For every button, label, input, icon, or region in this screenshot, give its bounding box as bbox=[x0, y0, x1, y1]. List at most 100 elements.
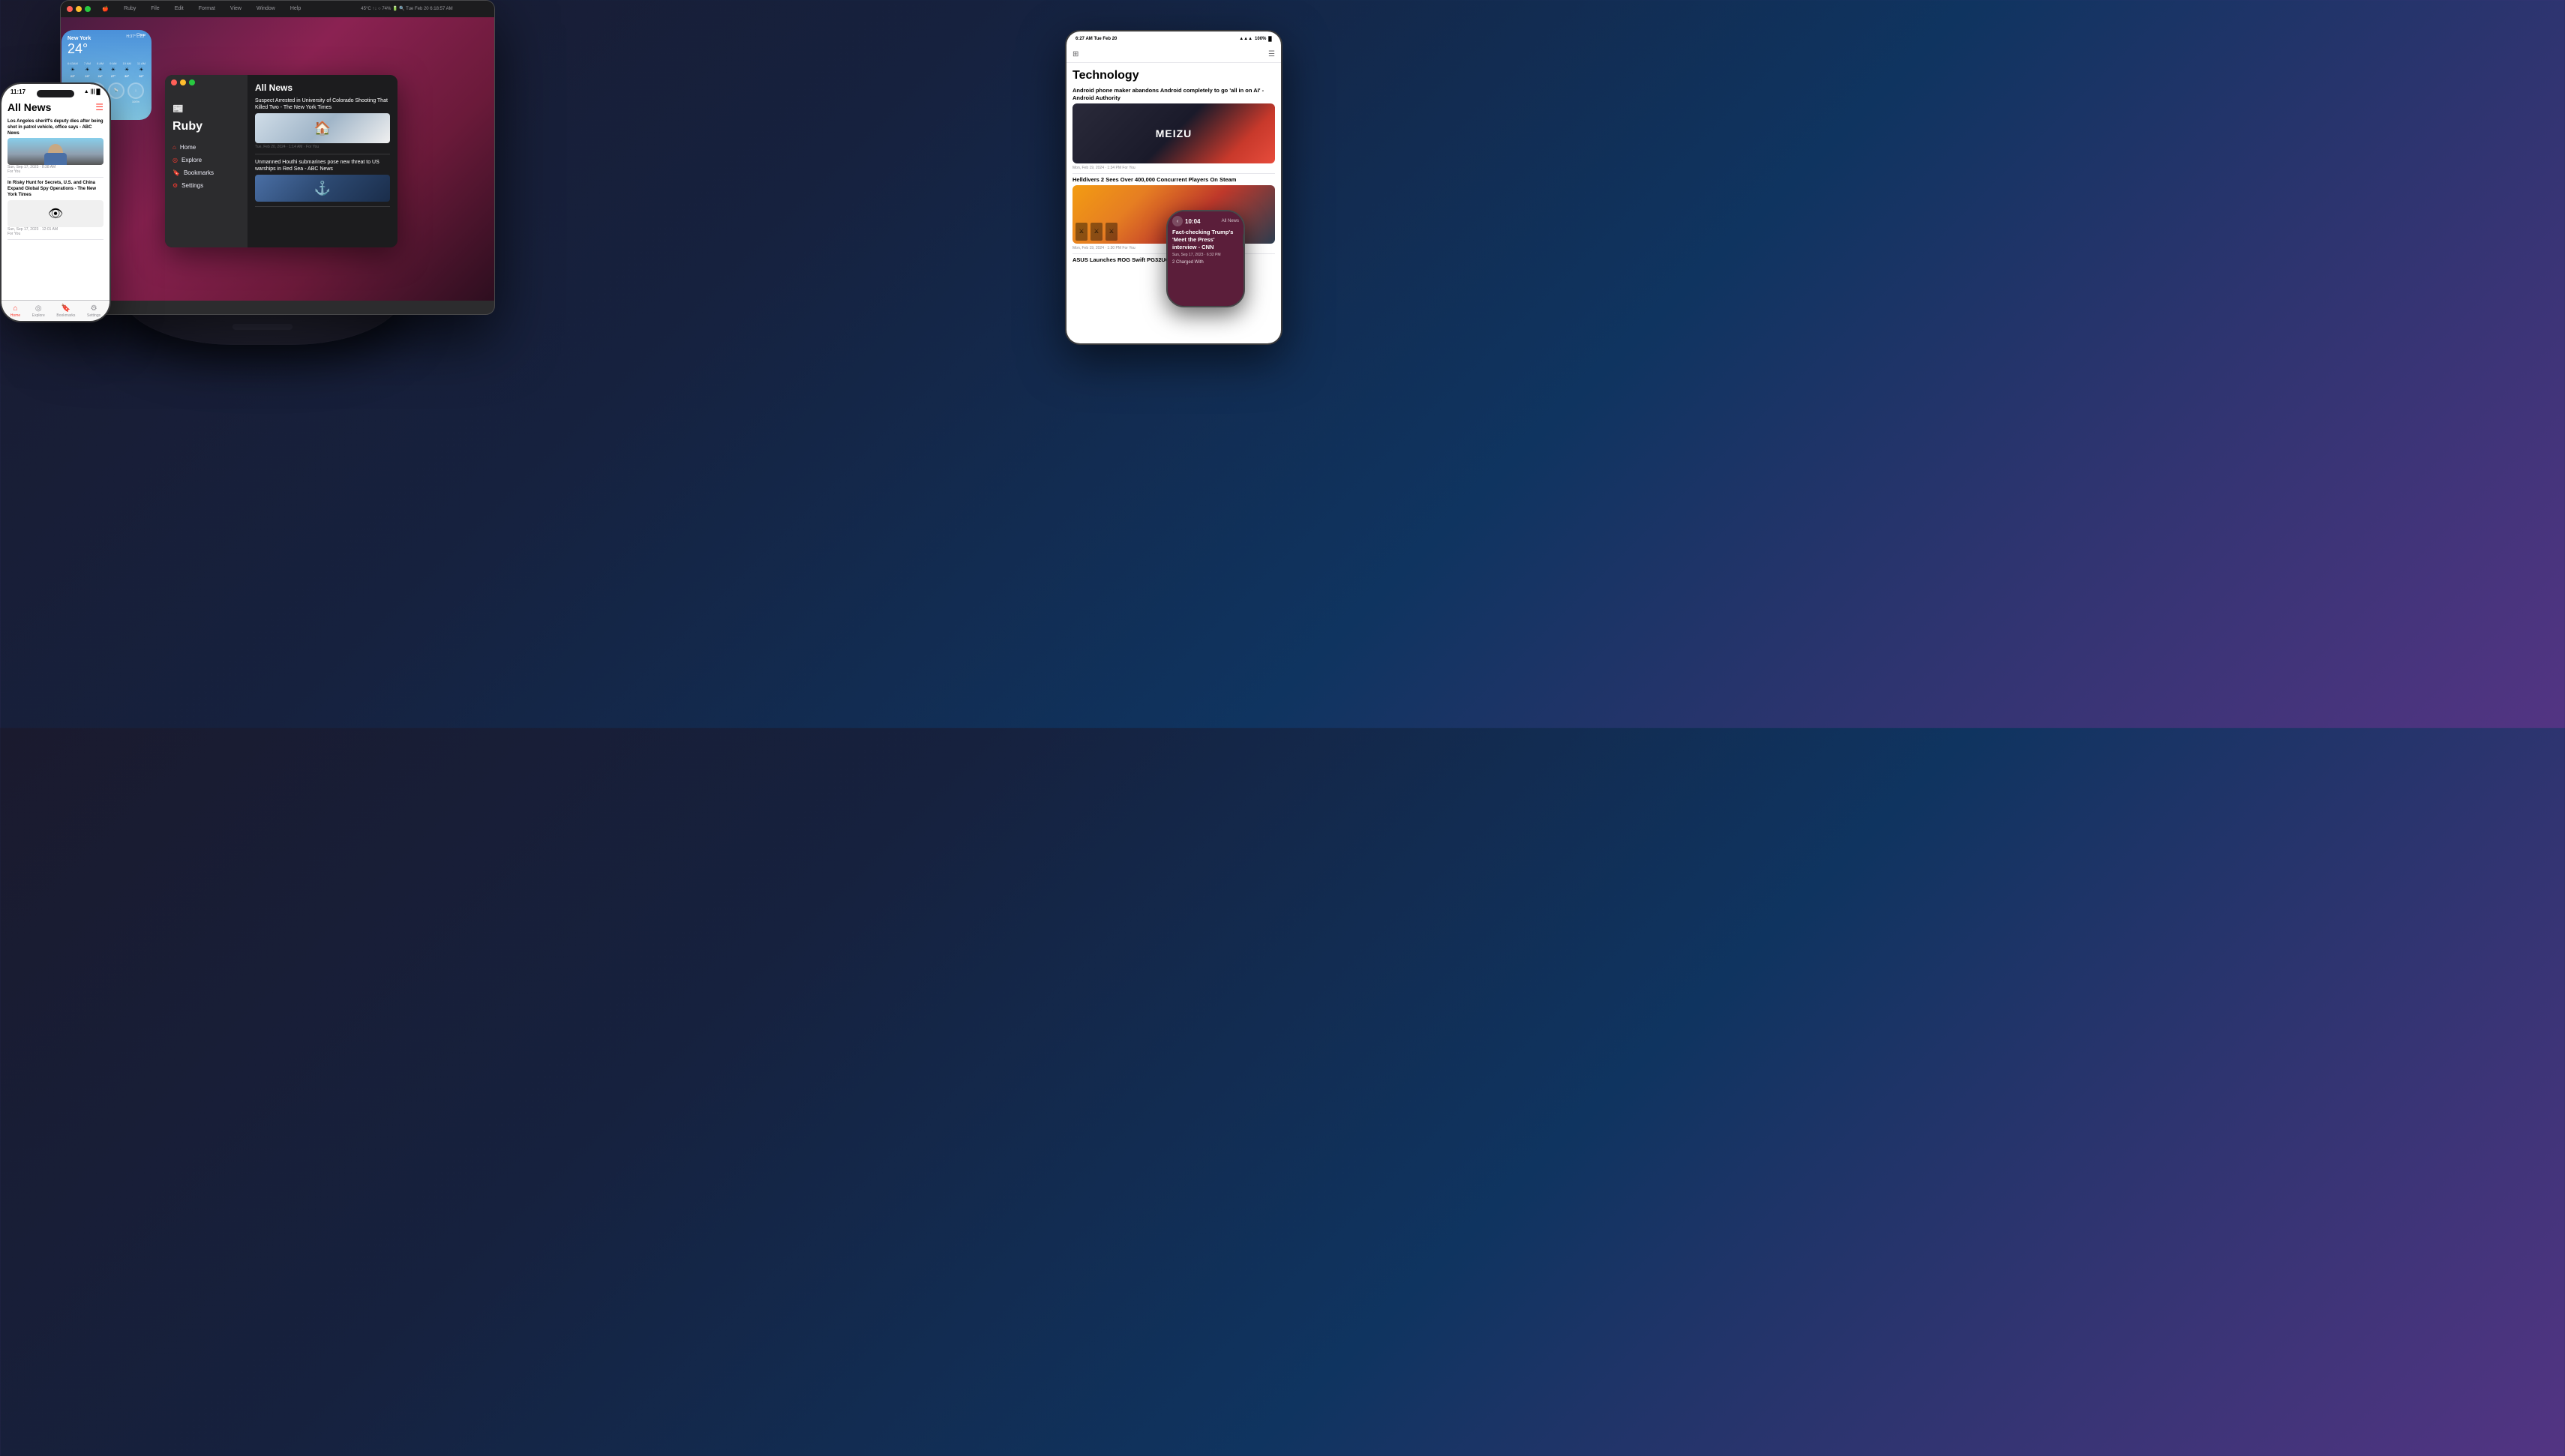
iphone-status-icons: ▲ ||| ▉ bbox=[84, 89, 100, 95]
iphone-news-img-2: 👁 bbox=[8, 200, 104, 227]
weather-forecast: 6:43AM ☀ 23° 7 AM ☀ 23° 8 AM ☀ 24° 9 AM … bbox=[68, 61, 146, 78]
bookmarks-icon: 🔖 bbox=[62, 304, 70, 313]
watch-time: 10:04 bbox=[1185, 218, 1200, 225]
mac-app-dots bbox=[171, 79, 195, 85]
wifi-icon: ▲ bbox=[84, 89, 89, 94]
mac-app-maximize[interactable] bbox=[189, 79, 195, 85]
mac-help-menu[interactable]: Help bbox=[290, 6, 301, 12]
mac-sidebar-explore-label: Explore bbox=[182, 157, 202, 163]
iphone-tab-home[interactable]: ⌂ Home bbox=[10, 304, 20, 318]
mac-news-item-1[interactable]: Suspect Arrested in University of Colora… bbox=[255, 97, 390, 154]
mac-window-menu[interactable]: Window bbox=[256, 6, 275, 12]
weather-temp: 24° bbox=[68, 41, 91, 57]
iphone-device: 11:17 ▲ ||| ▉ All News ☰ Los Angeles she… bbox=[0, 82, 111, 322]
watch-screen: ‹ 10:04 All News Fact-checking Trump's '… bbox=[1168, 211, 1244, 306]
ipad-status-bar: 6:27 AM Tue Feb 20 ▲▲▲ 100% ▉ bbox=[1066, 31, 1281, 46]
watch-header: ‹ 10:04 All News bbox=[1172, 216, 1239, 226]
iphone-news-meta-2: Sun, Sep 17, 2023 · 12:01 AMFor You bbox=[8, 227, 104, 236]
mac-sidebar-settings[interactable]: ⚙ Settings bbox=[172, 179, 248, 192]
iphone-news-item-1[interactable]: Los Angeles sheriff's deputy dies after … bbox=[8, 116, 104, 178]
mac-title-bar: 🍎 Ruby File Edit Format View Window Help… bbox=[61, 1, 494, 17]
iphone-screen: 11:17 ▲ ||| ▉ All News ☰ Los Angeles she… bbox=[2, 84, 110, 321]
iphone-all-news-title: All News bbox=[8, 101, 51, 113]
watch-headline: Fact-checking Trump's 'Meet the Press' i… bbox=[1172, 229, 1239, 250]
ipad-article-1-img: MEIZU bbox=[1072, 103, 1275, 163]
ipad-article-2-headline: Helldivers 2 Sees Over 400,000 Concurren… bbox=[1072, 176, 1275, 184]
weather-hour-6: 11 AM ☀ 32° bbox=[137, 61, 146, 78]
ipad-wifi-icon: ▲▲▲ bbox=[1239, 37, 1252, 41]
iphone-tab-settings-label: Settings bbox=[87, 313, 100, 318]
mac-app-content-title: All News bbox=[255, 82, 390, 93]
home-icon: ⌂ bbox=[13, 304, 17, 313]
mac-app-minimize[interactable] bbox=[180, 79, 186, 85]
mac-sidebar-bookmarks[interactable]: 🔖 Bookmarks bbox=[172, 166, 248, 179]
mac-edit-menu[interactable]: Edit bbox=[175, 6, 184, 12]
iphone-tab-settings[interactable]: ⚙ Settings bbox=[87, 304, 100, 318]
ipad-menu-icon[interactable]: ☰ bbox=[1268, 50, 1275, 58]
ipad-article-1-meta: Mon, Feb 19, 2024 · 1:34 PM For You bbox=[1072, 166, 1275, 170]
mac-app-sidebar: 📰 Ruby ⌂ Home ◎ Explore 🔖 Bookmarks ⚙ Se… bbox=[165, 75, 248, 247]
ipad-divider-1 bbox=[1072, 173, 1275, 174]
mac-app-close[interactable] bbox=[171, 79, 177, 85]
iphone-news-headline-1: Los Angeles sheriff's deputy dies after … bbox=[8, 119, 104, 136]
iphone-tab-explore-label: Explore bbox=[32, 313, 45, 318]
iphone-news-meta-1: Sun, Sep 17, 2023 · 8:38 AMFor You bbox=[8, 165, 104, 174]
mac-news-meta-1: Tue, Feb 20, 2024 · 1:14 AM · For You bbox=[255, 145, 390, 149]
ipad-sidebar-icon[interactable]: ⊞ bbox=[1072, 50, 1078, 58]
ipad-status-right: ▲▲▲ 100% ▉ bbox=[1239, 37, 1272, 42]
weather-hour-3: 8 AM ☀ 24° bbox=[97, 61, 104, 78]
ipad-time: 6:27 AM Tue Feb 20 bbox=[1076, 37, 1117, 41]
iphone-news-item-2[interactable]: In Risky Hunt for Secrets, U.S. and Chin… bbox=[8, 178, 104, 239]
watch-meta: Sun, Sep 17, 2023 · 6:32 PM bbox=[1172, 253, 1239, 257]
mac-app-name: Ruby bbox=[124, 6, 136, 12]
mac-news-headline-2: Unmanned Houthi submarines pose new thre… bbox=[255, 159, 390, 172]
mac-sidebar-explore[interactable]: ◎ Explore bbox=[172, 154, 248, 166]
mac-sidebar-bookmarks-label: Bookmarks bbox=[184, 169, 214, 176]
watch-back-button[interactable]: ‹ bbox=[1172, 216, 1183, 226]
mac-explore-icon: ◎ bbox=[172, 157, 178, 163]
mac-app-content: All News Suspect Arrested in University … bbox=[248, 75, 398, 247]
mac-apple-menu[interactable]: 🍎 bbox=[102, 6, 109, 12]
ipad-battery: 100% bbox=[1255, 37, 1266, 41]
mac-home-icon: ⌂ bbox=[172, 144, 176, 151]
iphone-tab-bar: ⌂ Home ◎ Explore 🔖 Bookmarks ⚙ Settings bbox=[2, 300, 110, 321]
iphone-menu-icon[interactable]: ☰ bbox=[95, 102, 104, 112]
iphone-header: All News ☰ bbox=[8, 100, 104, 116]
watch-subtext: 2 Charged With bbox=[1172, 260, 1239, 265]
mac-app-sidebar-title: Ruby bbox=[172, 120, 248, 133]
settings-icon: ⚙ bbox=[91, 304, 98, 313]
mac-news-item-2[interactable]: Unmanned Houthi submarines pose new thre… bbox=[255, 159, 390, 207]
mac-sidebar-home-label: Home bbox=[180, 144, 196, 151]
weather-hour-1: 6:43AM ☀ 23° bbox=[68, 61, 78, 78]
weather-hour-5: 10 AM ☀ 30° bbox=[122, 61, 130, 78]
mac-view-menu[interactable]: View bbox=[230, 6, 242, 12]
mac-news-headline-1: Suspect Arrested in University of Colora… bbox=[255, 97, 390, 111]
iphone-content: All News ☰ Los Angeles sheriff's deputy … bbox=[2, 97, 110, 321]
iphone-tab-explore[interactable]: ◎ Explore bbox=[32, 304, 45, 318]
ipad-article-1[interactable]: Android phone maker abandons Android com… bbox=[1072, 87, 1275, 170]
mac-app-logo: 📰 bbox=[172, 103, 248, 114]
ipad-article-1-headline: Android phone maker abandons Android com… bbox=[1072, 87, 1275, 102]
mac-news-img-2: ⚓ bbox=[255, 175, 390, 202]
mac-sidebar-settings-label: Settings bbox=[182, 182, 203, 189]
mac-menu-bar-items: 🍎 Ruby File Edit Format View Window Help… bbox=[61, 6, 494, 12]
mac-file-menu[interactable]: File bbox=[151, 6, 159, 12]
iphone-news-headline-2: In Risky Hunt for Secrets, U.S. and Chin… bbox=[8, 181, 104, 198]
watch-category: All News bbox=[1222, 219, 1239, 223]
apple-watch-device: ‹ 10:04 All News Fact-checking Trump's '… bbox=[1166, 210, 1245, 307]
mac-news-img-1: 🏠 bbox=[255, 113, 390, 143]
iphone-tab-bookmarks-label: Bookmarks bbox=[56, 313, 75, 318]
mac-status-right: 45°C ↑↓ ○ 74% 🔋 🔍 Tue Feb 20 6:18:57 AM bbox=[361, 6, 452, 12]
iphone-notch bbox=[37, 90, 74, 97]
weather-hour-4: 9 AM ☀ 27° bbox=[110, 61, 116, 78]
weather-circle-4: ↓ bbox=[128, 82, 144, 99]
watch-crown[interactable] bbox=[1243, 234, 1245, 247]
weather-circle-3: 📡 bbox=[108, 82, 124, 99]
explore-icon: ◎ bbox=[35, 304, 42, 313]
battery-icon: ▉ bbox=[97, 89, 100, 95]
iphone-tab-bookmarks[interactable]: 🔖 Bookmarks bbox=[56, 304, 75, 318]
mac-app-window: 📰 Ruby ⌂ Home ◎ Explore 🔖 Bookmarks ⚙ Se… bbox=[165, 75, 398, 247]
mac-format-menu[interactable]: Format bbox=[199, 6, 215, 12]
ipad-toolbar: ⊞ ☰ bbox=[1066, 46, 1281, 63]
mac-sidebar-home[interactable]: ⌂ Home bbox=[172, 141, 248, 154]
